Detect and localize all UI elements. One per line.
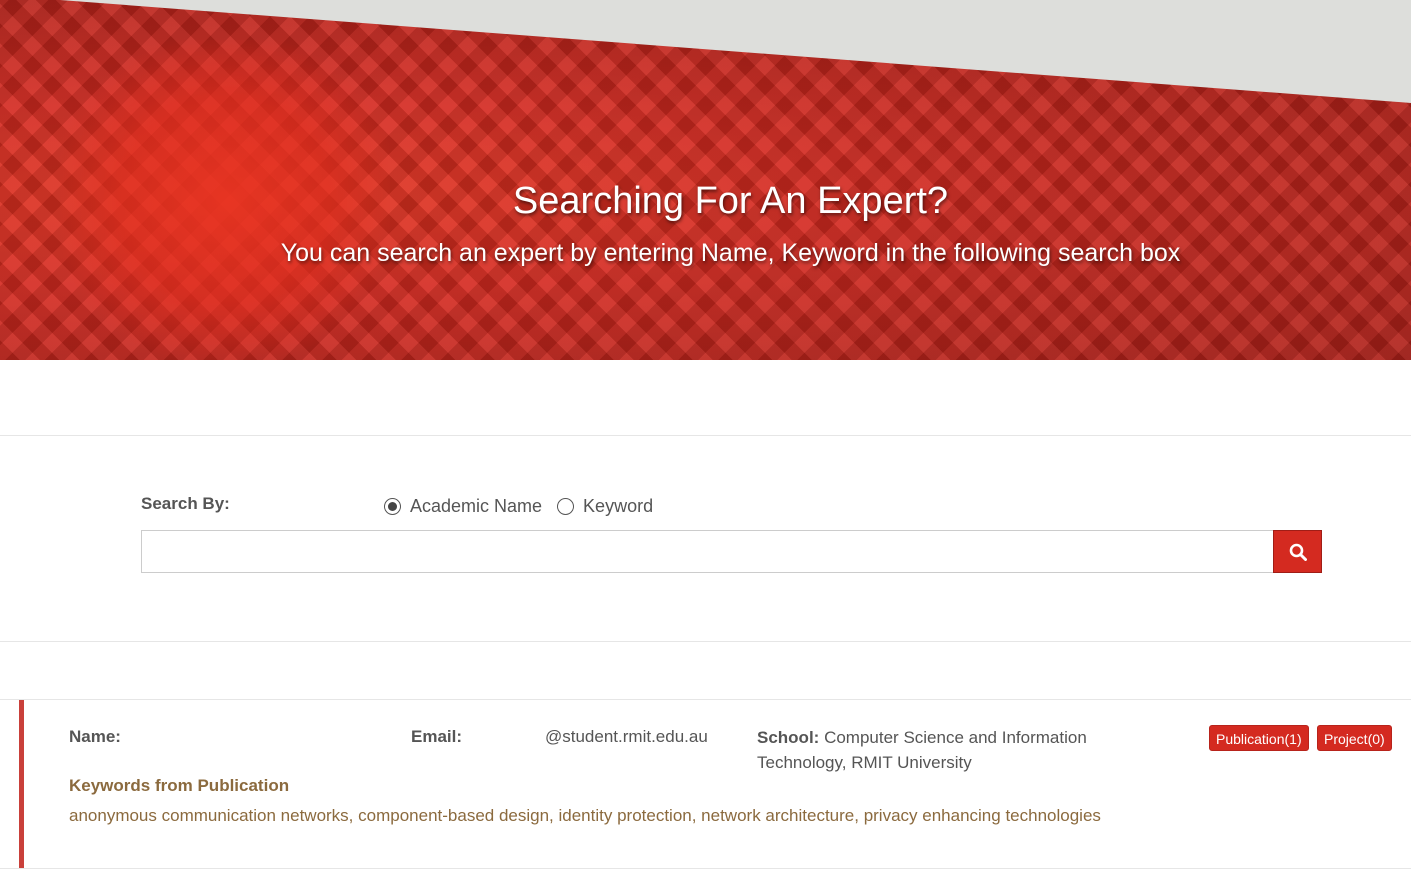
project-button[interactable]: Project(0) bbox=[1317, 725, 1392, 751]
hero-diagonal-band bbox=[0, 0, 1411, 103]
email-label: Email: bbox=[411, 727, 463, 746]
radio-checked-icon[interactable] bbox=[384, 498, 401, 515]
keywords-list: anonymous communication networks, compon… bbox=[69, 806, 1101, 825]
search-icon bbox=[1289, 543, 1307, 561]
radio-keyword[interactable]: Keyword bbox=[557, 496, 653, 517]
school-label: School: bbox=[757, 728, 820, 747]
page-title: Searching For An Expert? bbox=[512, 180, 949, 222]
hero-banner: Searching For An Expert? You can search … bbox=[0, 0, 1411, 360]
divider-middle bbox=[0, 641, 1411, 642]
radio-keyword-label: Keyword bbox=[583, 496, 654, 516]
search-input[interactable] bbox=[141, 530, 1274, 573]
school-info: School: Computer Science and Information… bbox=[757, 725, 1117, 775]
radio-academic-name-label: Academic Name bbox=[410, 496, 543, 516]
divider-top bbox=[0, 435, 1411, 436]
search-by-label: Search By: bbox=[141, 494, 230, 513]
search-type-radio-group: Academic Name Keyword bbox=[384, 496, 668, 517]
name-label: Name: bbox=[69, 727, 121, 746]
email-value: @student.rmit.edu.au bbox=[545, 727, 708, 746]
radio-academic-name[interactable]: Academic Name bbox=[384, 496, 542, 517]
expert-result-card: Name: Email: @student.rmit.edu.au School… bbox=[19, 700, 1411, 868]
search-button[interactable] bbox=[1273, 530, 1322, 573]
publication-button[interactable]: Publication(1) bbox=[1209, 725, 1309, 751]
radio-unchecked-icon[interactable] bbox=[557, 498, 575, 515]
keywords-title: Keywords from Publication bbox=[69, 776, 290, 795]
divider-card-bottom bbox=[0, 868, 1411, 869]
page-subtitle: You can search an expert by entering Nam… bbox=[280, 239, 1181, 267]
